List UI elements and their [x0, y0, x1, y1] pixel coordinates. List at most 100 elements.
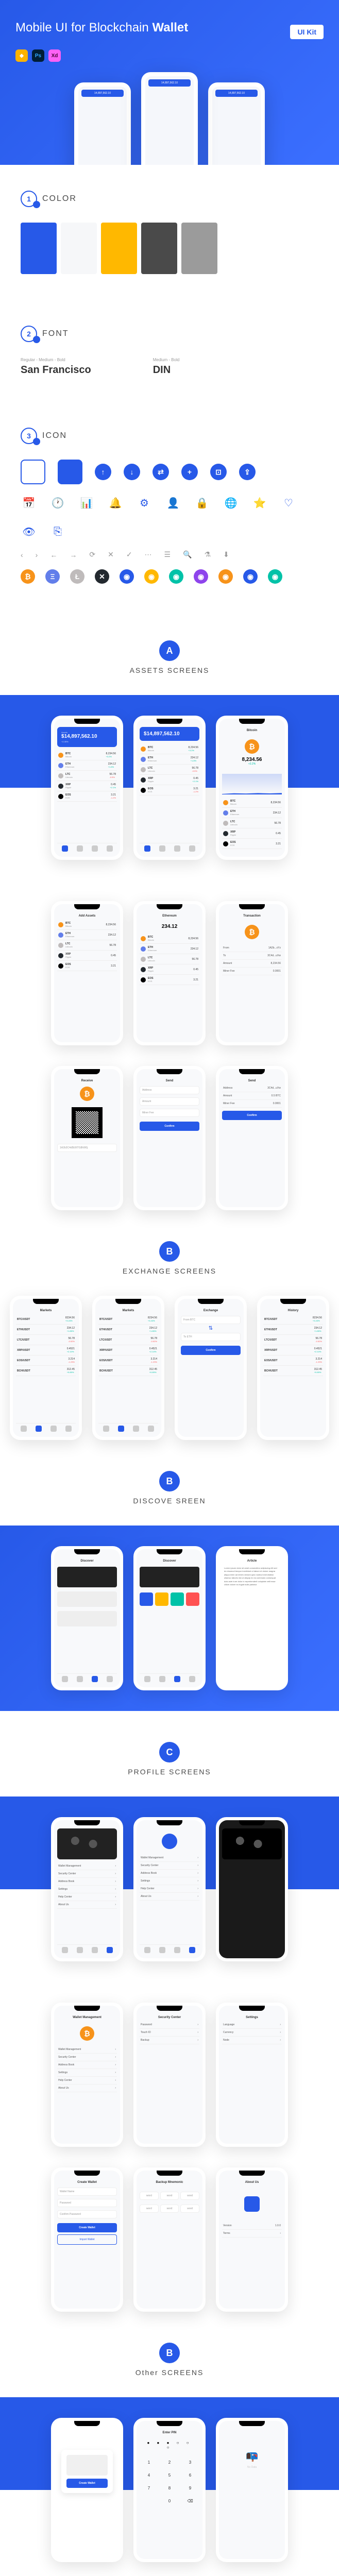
send-address-input[interactable]: Address: [140, 1086, 199, 1094]
pair-row[interactable]: ETH/USDT 234.12 +1.85%: [16, 1325, 76, 1335]
security-item[interactable]: Touch ID›: [140, 2029, 199, 2037]
asset-row[interactable]: BTC Bitcoin 8,234.56: [140, 934, 199, 944]
pair-row[interactable]: BCH/USDT 312.45 +0.89%: [263, 1366, 323, 1376]
about-item[interactable]: Version1.0.0: [222, 2222, 282, 2230]
menu-item[interactable]: Settings›: [57, 1886, 117, 1893]
keypad-key[interactable]: 5: [160, 2470, 179, 2481]
asset-row[interactable]: LTC Litecoin 56.78: [57, 940, 117, 951]
menu-item[interactable]: Help Center›: [140, 1885, 199, 1893]
menu-item[interactable]: Address Book›: [57, 1878, 117, 1886]
import-button[interactable]: Import Wallet: [57, 2234, 117, 2245]
setting-item[interactable]: Currency›: [222, 2029, 282, 2037]
menu-item[interactable]: Security Center›: [57, 2054, 117, 2061]
pair-row[interactable]: XRP/USDT 0.4521 +2.10%: [263, 1345, 323, 1355]
pair-row[interactable]: EOS/USDT 3.214 -1.23%: [263, 1355, 323, 1366]
pair-row[interactable]: LTC/USDT 56.78 -0.52%: [98, 1335, 158, 1345]
asset-row[interactable]: ETH Ethereum 234.12: [57, 930, 117, 940]
wallet-name-input[interactable]: Wallet Name: [57, 2188, 117, 2196]
asset-row[interactable]: ETH Ethereum 234.12 +1.8%: [140, 754, 199, 765]
confirm-password-input[interactable]: Confirm Password: [57, 2210, 117, 2218]
pair-row[interactable]: BTC/USDT 8234.56 +3.24%: [16, 1314, 76, 1325]
news-card-2[interactable]: [57, 1611, 117, 1626]
pair-row[interactable]: EOS/USDT 3.214 -1.23%: [16, 1355, 76, 1366]
confirm-button[interactable]: Confirm: [222, 1111, 282, 1120]
asset-row[interactable]: XRP Ripple 0.45: [222, 828, 282, 839]
asset-row[interactable]: EOS EOS 3.21 -1.2%: [140, 785, 199, 795]
pair-row[interactable]: BTC/USDT 8234.56 +3.24%: [263, 1314, 323, 1325]
keypad-key[interactable]: 2: [160, 2457, 179, 2468]
asset-row[interactable]: ETH Ethereum 234.12: [140, 944, 199, 954]
swap-direction-icon[interactable]: ⇅: [181, 1326, 241, 1331]
about-item[interactable]: Terms›: [222, 2230, 282, 2238]
menu-item[interactable]: Security Center›: [140, 1862, 199, 1870]
menu-item[interactable]: Settings›: [140, 1877, 199, 1885]
menu-item[interactable]: Settings›: [57, 2069, 117, 2077]
keypad-key[interactable]: 1: [140, 2457, 158, 2468]
dapp-banner[interactable]: [140, 1567, 199, 1587]
menu-item[interactable]: Help Center›: [57, 1893, 117, 1901]
keypad-key[interactable]: 3: [181, 2457, 199, 2468]
menu-item[interactable]: Wallet Management›: [57, 1862, 117, 1870]
asset-row[interactable]: XRP Ripple 0.45: [140, 964, 199, 975]
menu-item[interactable]: Help Center›: [57, 2077, 117, 2084]
pair-row[interactable]: LTC/USDT 56.78 -0.52%: [16, 1335, 76, 1345]
password-input[interactable]: Password: [57, 2199, 117, 2207]
swap-button[interactable]: Confirm: [181, 1346, 241, 1355]
menu-item[interactable]: Address Book›: [140, 1870, 199, 1877]
news-banner[interactable]: [57, 1567, 117, 1587]
asset-row[interactable]: EOS EOS 3.21: [222, 839, 282, 849]
create-button[interactable]: Create Wallet: [57, 2223, 117, 2232]
asset-row[interactable]: XRP Ripple 0.45 +2.1%: [57, 781, 117, 791]
send-confirm-button[interactable]: Confirm: [140, 1122, 199, 1131]
keypad-key[interactable]: 4: [140, 2470, 158, 2481]
keypad-key[interactable]: 0: [160, 2496, 179, 2506]
pair-row[interactable]: LTC/USDT 56.78 -0.52%: [263, 1335, 323, 1345]
pair-row[interactable]: XRP/USDT 0.4521 +2.10%: [98, 1345, 158, 1355]
pair-row[interactable]: XRP/USDT 0.4521 +2.10%: [16, 1345, 76, 1355]
pair-row[interactable]: EOS/USDT 3.214 -1.23%: [98, 1355, 158, 1366]
asset-row[interactable]: BTC Bitcoin 8,234.56: [222, 798, 282, 808]
menu-item[interactable]: About Us›: [140, 1893, 199, 1901]
keypad-key[interactable]: 9: [181, 2483, 199, 2494]
asset-row[interactable]: XRP Ripple 0.45: [57, 951, 117, 961]
asset-row[interactable]: LTC Litecoin 56.78: [140, 954, 199, 964]
menu-item[interactable]: Security Center›: [57, 1870, 117, 1878]
setting-item[interactable]: Node›: [222, 2037, 282, 2044]
send-amount-input[interactable]: Amount: [140, 1097, 199, 1106]
keypad-key[interactable]: 8: [160, 2483, 179, 2494]
asset-row[interactable]: ETH Ethereum 234.12: [222, 808, 282, 818]
backspace-key[interactable]: ⌫: [181, 2496, 199, 2506]
asset-row[interactable]: LTC Litecoin 56.78: [222, 818, 282, 828]
dapp-item[interactable]: [186, 1592, 199, 1606]
menu-item[interactable]: About Us›: [57, 2084, 117, 2092]
dapp-item[interactable]: [155, 1592, 168, 1606]
menu-item[interactable]: About Us›: [57, 1901, 117, 1909]
asset-row[interactable]: EOS EOS 3.21 -1.2%: [57, 791, 117, 802]
menu-item[interactable]: Wallet Management›: [57, 2046, 117, 2054]
pair-row[interactable]: BCH/USDT 312.45 +0.89%: [98, 1366, 158, 1376]
asset-row[interactable]: EOS EOS 3.21: [57, 961, 117, 971]
asset-row[interactable]: BTC Bitcoin 8,234.56 +3.2%: [140, 744, 199, 754]
asset-row[interactable]: LTC Litecoin 56.78 -0.5%: [57, 771, 117, 781]
menu-item[interactable]: Wallet Management›: [140, 1854, 199, 1862]
menu-item[interactable]: Address Book›: [57, 2061, 117, 2069]
pair-row[interactable]: ETH/USDT 234.12 +1.85%: [98, 1325, 158, 1335]
asset-row[interactable]: XRP Ripple 0.45 +2.1%: [140, 775, 199, 785]
dapp-item[interactable]: [140, 1592, 153, 1606]
asset-row[interactable]: EOS EOS 3.21: [140, 975, 199, 985]
swap-from-input[interactable]: From BTC: [181, 1316, 241, 1324]
keypad-key[interactable]: 6: [181, 2470, 199, 2481]
send-fee-input[interactable]: Miner Fee: [140, 1109, 199, 1117]
pair-row[interactable]: ETH/USDT 234.12 +1.85%: [263, 1325, 323, 1335]
asset-row[interactable]: LTC Litecoin 56.78 -0.5%: [140, 765, 199, 775]
security-item[interactable]: Password›: [140, 2021, 199, 2029]
security-item[interactable]: Backup›: [140, 2037, 199, 2044]
dapp-item[interactable]: [171, 1592, 184, 1606]
pair-row[interactable]: BTC/USDT 8234.56 +3.24%: [98, 1314, 158, 1325]
asset-row[interactable]: BTC Bitcoin 8,234.56 +3.2%: [57, 750, 117, 760]
keypad-key[interactable]: 7: [140, 2483, 158, 2494]
pair-row[interactable]: BCH/USDT 312.45 +0.89%: [16, 1366, 76, 1376]
swap-to-input[interactable]: To ETH: [181, 1333, 241, 1341]
setting-item[interactable]: Language›: [222, 2021, 282, 2029]
asset-row[interactable]: ETH Ethereum 234.12 +1.8%: [57, 760, 117, 771]
